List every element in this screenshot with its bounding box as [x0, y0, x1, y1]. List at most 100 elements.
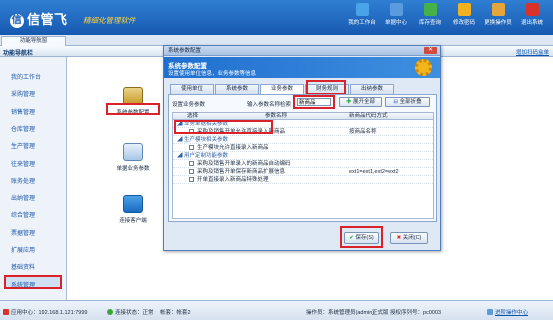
user-switch-icon: [491, 3, 505, 16]
sidebar-item[interactable]: 我的工作台: [11, 72, 41, 81]
collapse-icon: ⊟: [393, 99, 399, 105]
status-center-text: 应用中心：192.168.1.121:7999: [11, 310, 88, 316]
save-selection-highlight: [340, 226, 383, 248]
status-bar: 应用中心：192.168.1.121:7999 连接状态：正常 帐套：帐套2 操…: [0, 300, 553, 320]
app-slogan: 精细化管理软件: [83, 16, 136, 25]
sidebar-item[interactable]: 往来管理: [11, 159, 35, 168]
topnav-documents[interactable]: 单据中心: [379, 3, 413, 26]
expand-all-label: 展开全部: [353, 99, 376, 105]
collapse-all-button[interactable]: ⊟ 全部折叠: [385, 97, 430, 107]
app-logo: 信信管飞: [10, 9, 68, 28]
sidebar-item[interactable]: 基础资料: [11, 262, 35, 271]
quick-label: 连接客户端: [119, 218, 147, 224]
topnav-inventory[interactable]: 库存查询: [413, 3, 447, 26]
search-label: 输入参数名称检索: [247, 102, 292, 108]
row-checkbox[interactable]: [189, 161, 194, 166]
table-row[interactable]: 采购及销售开单录入的新商品自动编码: [173, 161, 433, 168]
nav-link[interactable]: 增加扫码盒单: [516, 48, 549, 56]
quick-client-connect[interactable]: 连接客户端: [109, 195, 157, 224]
param-cell: 采购及销售开单保存新商品扩展信息: [189, 169, 285, 176]
row-checkbox[interactable]: [189, 169, 194, 174]
topnav-user-switch[interactable]: 更换操作员: [481, 3, 515, 26]
sidebar-item[interactable]: 系统管理: [11, 280, 35, 289]
grid-header: 选择 参数名称 新商品代码方式: [173, 113, 433, 120]
top-toolbar: 我的工作台 单据中心 库存查询 修改密码 更换操作员 退出系统: [345, 3, 549, 26]
param-name: 采购及销售开单录入的新商品自动编码: [197, 161, 291, 167]
status-version: 正式版 授权序列号：pc0003: [372, 310, 442, 316]
quick-doc-params[interactable]: 单据业务参数: [109, 143, 157, 172]
params-dialog: 系统参数配置 ✕ 系统参数配置 设置使用单位信息，业务参数等信息 使用单位 系统参…: [163, 45, 441, 251]
table-row[interactable]: 采购及销售开单保存新商品扩展信息 ext1=ext1,ext2=ext2: [173, 169, 433, 176]
collapse-all-label: 全部折叠: [399, 99, 422, 105]
panel-title: 设置业务参数: [172, 102, 206, 108]
group-label: ◢ 用户定制功能参数: [177, 153, 228, 160]
tab-function-nav[interactable]: 功能导航窗: [1, 36, 66, 46]
quick-selection-highlight: [106, 103, 160, 115]
dialog-titlebar: 系统参数配置 ✕: [164, 46, 440, 56]
param-cell: 开单直接录入新商品特殊处理: [189, 177, 269, 184]
param-name: 采购及销售开单保存新商品扩展信息: [197, 169, 286, 175]
params-panel: 设置业务参数 输入参数名称检索 ✚ 展开全部 ⊟ 全部折叠 选择 参数名称 新商…: [168, 94, 437, 222]
app-header: 信信管飞 精细化管理软件 我的工作台 单据中心 库存查询 修改密码 更换操作员 退出系统: [0, 0, 553, 35]
exit-icon: [525, 3, 539, 16]
col-select: 选择: [187, 113, 199, 119]
topnav-label: 库存查询: [418, 20, 441, 26]
monitor-icon: [355, 3, 369, 16]
expand-arrow-icon[interactable]: ◢: [177, 153, 184, 159]
group-label: ◢ 生产模块相关参数: [177, 137, 228, 144]
topnav-exit[interactable]: 退出系统: [515, 3, 549, 26]
dialog-tabs: 使用单位 系统参数 业务参数 财务规则 出纳参数: [170, 84, 394, 94]
sidebar-item[interactable]: 仓库管理: [11, 124, 35, 133]
topnav-label: 修改密码: [452, 20, 475, 26]
col-name: 参数名称: [265, 113, 288, 119]
sidebar-item[interactable]: 综合管理: [11, 210, 35, 219]
col-value: 新商品代码方式: [349, 113, 388, 119]
close-button[interactable]: ✖ 关闭(C): [390, 232, 428, 244]
table-row[interactable]: 开单直接录入新商品特殊处理: [173, 177, 433, 184]
row-checkbox[interactable]: [189, 177, 194, 182]
quick-label: 单据业务参数: [116, 166, 150, 172]
param-cell: 采购及销售开单录入的新商品自动编码: [189, 161, 291, 168]
table-row[interactable]: ◢ 生产模块相关参数: [173, 137, 433, 144]
help-icon: [487, 309, 493, 315]
sidebar-item[interactable]: 票据管理: [11, 228, 35, 237]
dialog-title: 系统参数配置: [168, 48, 202, 54]
topnav-monitor[interactable]: 我的工作台: [345, 3, 379, 26]
topnav-label: 更换操作员: [484, 20, 512, 26]
params-grid: 选择 参数名称 新商品代码方式 ◢ 业务单据相关参数 采购及销售开单允许直接录入新…: [172, 112, 434, 219]
sidebar-item[interactable]: 采购管理: [11, 89, 35, 98]
dialog-tab[interactable]: 系统参数: [215, 84, 259, 94]
sidebar-item[interactable]: 扩展应用: [11, 245, 35, 254]
close-icon[interactable]: ✕: [424, 47, 437, 54]
group-name: 用户定制功能参数: [184, 153, 229, 159]
sidebar-item[interactable]: 出纳管理: [11, 193, 35, 202]
server-icon: [3, 309, 9, 315]
close-label: 关闭(C): [402, 235, 422, 241]
table-row[interactable]: ◢ 用户定制功能参数: [173, 153, 433, 160]
banner-subtitle: 设置使用单位信息，业务参数等信息: [168, 71, 257, 77]
logo-text: 信管飞: [27, 12, 68, 27]
expand-icon: ✚: [345, 99, 352, 105]
dialog-tab[interactable]: 使用单位: [170, 84, 214, 94]
param-name: 开单直接录入新商品特殊处理: [197, 177, 269, 183]
sidebar-item[interactable]: 销售管理: [11, 107, 35, 116]
sidebar-item[interactable]: 生产管理: [11, 141, 35, 150]
status-operator: 操作员：系统管理员(admin): [306, 310, 375, 316]
param-value: 按商品名称: [349, 129, 377, 135]
expand-arrow-icon[interactable]: ◢: [177, 137, 184, 143]
inventory-icon: [423, 3, 437, 16]
tab-selection-highlight: [306, 80, 346, 95]
dialog-tab[interactable]: 出纳参数: [350, 84, 394, 94]
group-selection-highlight: [174, 120, 273, 134]
row-checkbox[interactable]: [189, 145, 194, 150]
documents-icon: [389, 3, 403, 16]
table-row[interactable]: 生产模块允许直接录入新商品: [173, 145, 433, 152]
expand-all-button[interactable]: ✚ 展开全部: [339, 97, 382, 107]
sidebar-item[interactable]: 账务处理: [11, 176, 35, 185]
help-link[interactable]: 进阶操作中心: [487, 308, 528, 316]
dialog-tab[interactable]: 业务参数: [260, 84, 304, 94]
param-name: 生产模块允许直接录入新商品: [197, 145, 269, 151]
logo-mark: 信: [10, 14, 24, 28]
topnav-label: 我的工作台: [348, 20, 376, 26]
topnav-lock[interactable]: 修改密码: [447, 3, 481, 26]
